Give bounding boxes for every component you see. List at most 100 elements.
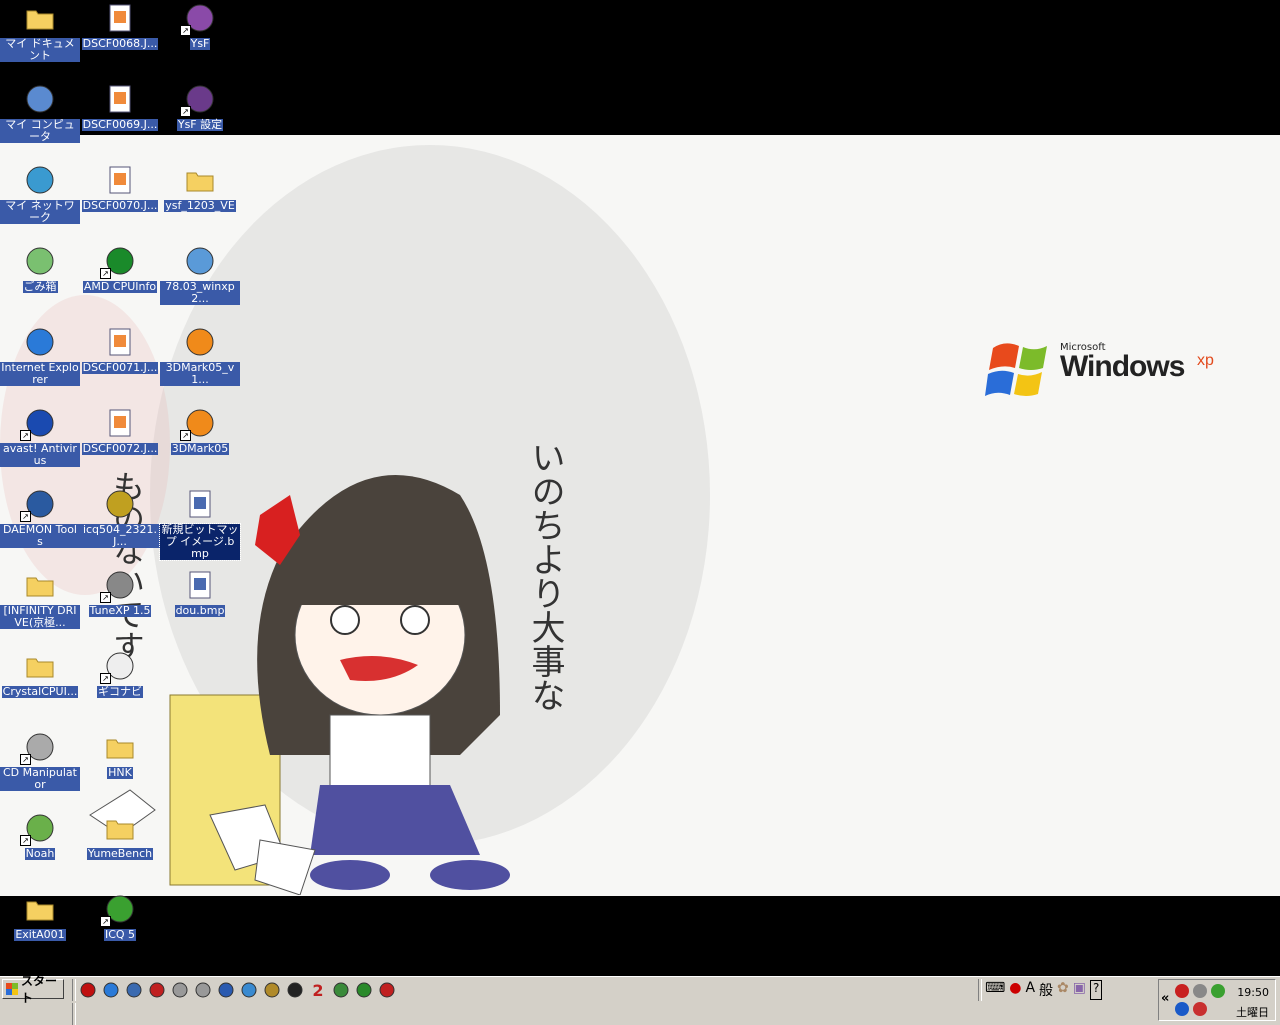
shortcut-arrow-icon: ↗ [100,592,111,603]
desktop-icon[interactable]: DSCF0068.J... [80,2,160,80]
desktop-icon[interactable]: ↗ AMD CPUInfo [80,245,160,323]
ime-tools-icon[interactable]: ✿ [1057,980,1069,1000]
desktop-icon[interactable]: YumeBench [80,812,160,890]
daemon-tray-icon[interactable] [1193,1002,1207,1016]
folder-icon [184,164,216,196]
triangle-icon[interactable] [331,980,351,1000]
app-icon[interactable] [239,980,259,1000]
shortcut-arrow-icon: ↗ [20,754,31,765]
puzzle-icon[interactable] [285,980,305,1000]
ime-dictionary[interactable]: 般 [1039,980,1053,1000]
taskbar: スタート 2 ⌨ ● A 般 ✿ ▣ ? « 19:50 土曜日 [0,974,1280,1025]
keyboard-icon[interactable]: ⌨ [985,980,1005,1000]
desktop-icon[interactable]: ↗ avast! Antivirus [0,407,80,485]
desktop-icon[interactable]: ExitA001 [0,893,80,971]
desktop-icon[interactable]: ↗ 3DMark05 [160,407,240,485]
security-shield-icon[interactable] [1175,984,1189,998]
desktop-icon-label: CD Manipulator [0,767,80,791]
desktop-icon-label: ExitA001 [14,928,66,941]
shortcut-arrow-icon: ↗ [100,268,111,279]
start-button[interactable]: スタート [2,974,64,1005]
xp-text: xp [1197,352,1214,369]
daemon-tools-icon: ↗ [20,488,56,522]
avast-tray-icon[interactable] [1193,984,1207,998]
desktop-icon[interactable]: マイ ドキュメント [0,2,80,80]
icq-flower-icon: ↗ [100,893,136,927]
firewall-icon[interactable] [377,980,397,1000]
desktop-icon-label: 3DMark05 [170,442,230,455]
desktop-icon[interactable]: マイ コンピュータ [0,83,80,161]
computer-icon [24,83,56,115]
folder-icon [104,731,136,763]
shortcut-arrow-icon: ↗ [180,430,191,441]
desktop-icon-label: HNK [107,766,133,779]
clock-day[interactable]: 土曜日 [1236,1004,1269,1020]
desktop-icon[interactable]: 3DMark05_v1... [160,326,240,404]
opera-icon[interactable] [147,980,167,1000]
icq-tray-icon[interactable] [1211,984,1225,998]
desktop-icon[interactable]: ごみ箱 [0,245,80,323]
desktop-icon[interactable]: Internet Explorer [0,326,80,404]
shortcut-arrow-icon: ↗ [20,430,31,441]
ime-help-icon[interactable]: ? [1089,980,1103,1000]
desktop-icon-label: ysf_1203_VE [164,199,236,212]
desktop-icon[interactable]: 新規ビットマップ イメージ.bmp [159,488,241,566]
info-icon[interactable] [1175,1002,1189,1016]
ime-pad-icon[interactable]: ● [1009,980,1021,1000]
desktop-icon[interactable]: HNK [80,731,160,809]
desktop-icon-label: 3DMark05_v1... [160,362,240,386]
3dmark-icon: ↗ [180,407,216,441]
drive-icon[interactable] [193,980,213,1000]
clock-time[interactable]: 19:50 [1237,986,1269,999]
windows-flag-icon [985,343,1047,396]
ime-properties-icon[interactable]: ▣ [1073,980,1086,1000]
desktop-icon[interactable]: DSCF0069.J... [80,83,160,161]
desktop-icon[interactable]: ↗ YsF [160,2,240,80]
ime-mode[interactable]: A [1025,980,1035,1000]
desktop-icon[interactable]: DSCF0072.J... [80,407,160,485]
desktop-icon[interactable]: CrystalCPUI... [0,650,80,728]
drive-icon[interactable] [170,980,190,1000]
desktop-icon[interactable]: DSCF0071.J... [80,326,160,404]
circle-icon[interactable] [354,980,374,1000]
desktop-icon[interactable]: DSCF0070.J... [80,164,160,242]
desktop-icon[interactable]: ↗ Noah [0,812,80,890]
desktop-icon[interactable]: ↗ CD Manipulator [0,731,80,809]
noah-icon: ↗ [20,812,56,846]
desktop-icon[interactable]: ↗ ICQ 5 [80,893,160,971]
desktop-icon-label: マイ ドキュメント [0,38,80,62]
desktop-icon[interactable]: 78.03_winxp2... [160,245,240,323]
desktop-icon[interactable]: icq504_2321.J... [80,488,160,566]
desktop-icon-label: icq504_2321.J... [80,524,160,548]
desktop-icon-label: CrystalCPUI... [1,685,79,698]
desktop-icon[interactable]: dou.bmp [160,569,240,647]
desktop-icon[interactable]: ↗ ギコナビ [80,650,160,728]
desktop-icon-label: 新規ビットマップ イメージ.bmp [159,523,241,561]
image-file-icon [104,83,136,115]
folder-icon [24,650,56,682]
network-icon [24,164,56,196]
desktop-icon-label: dou.bmp [174,604,226,617]
acrobat-icon[interactable] [78,980,98,1000]
desktop-icon[interactable]: ↗ YsF 設定 [160,83,240,161]
pen-icon[interactable] [262,980,282,1000]
recycle-bin-icon [24,245,56,277]
wallpaper-handwritten-text: いのちより大事な [525,440,565,712]
shortcut-arrow-icon: ↗ [100,673,111,684]
ie-browser-icon[interactable] [124,980,144,1000]
desktop-icon-label: ギコナビ [97,685,143,698]
media-player-icon[interactable] [216,980,236,1000]
windows-text: Windows [1060,350,1185,383]
desktop-icon[interactable]: [INFINITY DRIVE(京極... [0,569,80,647]
desktop-icon[interactable]: ysf_1203_VE [160,164,240,242]
ie-icon[interactable] [101,980,121,1000]
shortcut-arrow-icon: ↗ [100,916,111,927]
app-settings-icon: ↗ [180,83,216,117]
number-2-icon[interactable]: 2 [308,980,328,1000]
folder-icon [104,812,136,844]
desktop-icon[interactable]: マイ ネットワーク [0,164,80,242]
image-file-icon [104,407,136,439]
desktop-icon[interactable]: ↗ TuneXP 1.5 [80,569,160,647]
desktop-icon[interactable]: ↗ DAEMON Tools [0,488,80,566]
folder-icon [24,569,56,601]
